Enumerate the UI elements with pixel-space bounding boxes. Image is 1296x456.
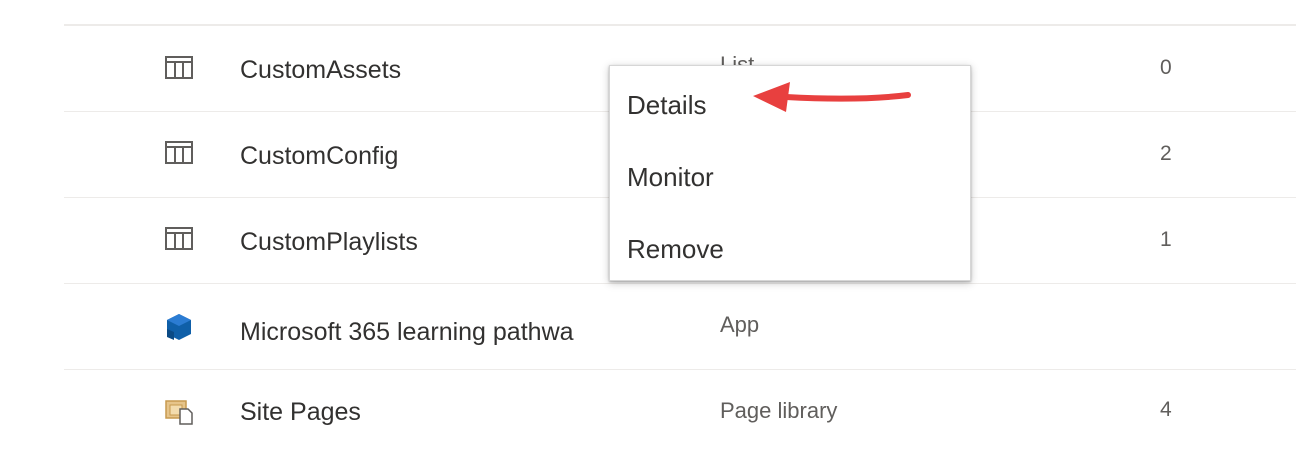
menu-item-remove[interactable]: Remove xyxy=(610,210,970,282)
row-count: 1 xyxy=(1160,228,1172,251)
app-icon xyxy=(167,314,191,340)
page-library-icon xyxy=(165,400,193,425)
row-name[interactable]: CustomPlaylists xyxy=(240,228,418,257)
row-name[interactable]: Microsoft 365 learning pathwa xyxy=(240,318,609,347)
list-icon xyxy=(165,227,193,250)
context-menu: Details Monitor Remove xyxy=(609,65,971,281)
menu-item-label: Remove xyxy=(627,234,724,264)
menu-item-label: Monitor xyxy=(627,162,714,192)
row-type: Page library xyxy=(720,398,838,423)
list-row-site-pages[interactable]: Site Pages Page library 4 xyxy=(64,369,1296,456)
row-name[interactable]: Site Pages xyxy=(240,398,361,427)
menu-item-label: Details xyxy=(627,90,707,120)
row-count: 0 xyxy=(1160,56,1172,79)
menu-item-details[interactable]: Details xyxy=(610,66,970,138)
list-icon xyxy=(165,141,193,164)
row-type: App xyxy=(720,312,760,337)
list-icon xyxy=(165,56,193,79)
list-row-learning-pathways[interactable]: Microsoft 365 learning pathwa App xyxy=(64,283,1296,370)
row-count: 2 xyxy=(1160,142,1172,165)
menu-item-monitor[interactable]: Monitor xyxy=(610,138,970,210)
row-name[interactable]: CustomConfig xyxy=(240,142,398,171)
row-count: 4 xyxy=(1160,398,1172,421)
row-name[interactable]: CustomAssets xyxy=(240,56,401,85)
